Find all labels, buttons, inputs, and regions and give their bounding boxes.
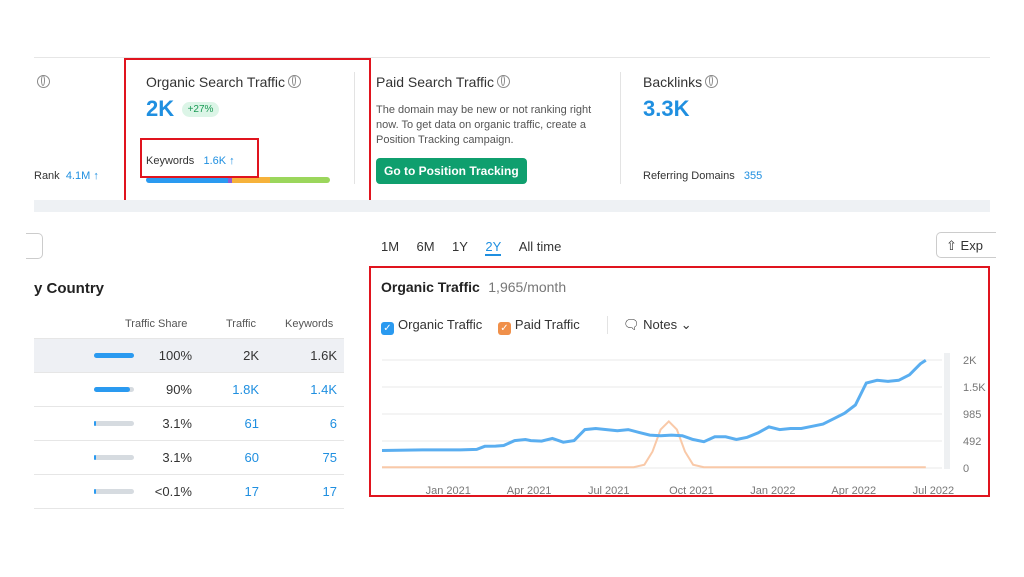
y-tick-label: 2K xyxy=(963,355,977,367)
organic-traffic-line xyxy=(381,359,927,452)
referring-domains-row: Referring Domains 355 xyxy=(643,170,762,182)
x-tick-label: Jan 2022 xyxy=(750,485,795,495)
paid-card-description: The domain may be new or not ranking rig… xyxy=(376,104,592,146)
traffic-value[interactable]: 2K xyxy=(243,348,259,363)
table-row[interactable]: 3.1% 60 75 xyxy=(34,441,344,475)
highlight-organic-card xyxy=(124,58,371,203)
range-all-time[interactable]: All time xyxy=(519,239,562,254)
keywords-value[interactable]: 17 xyxy=(323,484,337,499)
chart-subtitle: 1,965/month xyxy=(488,279,567,295)
rank-label: Rank xyxy=(34,170,60,182)
x-tick-label: Jan 2021 xyxy=(426,485,471,495)
traffic-share-value: 100% xyxy=(158,348,192,363)
chart-scrollbar[interactable] xyxy=(944,353,950,469)
range-1y[interactable]: 1Y xyxy=(452,239,468,254)
chart-header: Organic Traffic 1,965/month xyxy=(381,279,566,297)
chart-title: Organic Traffic xyxy=(381,279,480,295)
legend-paid[interactable]: ✓ Paid Traffic xyxy=(497,317,580,335)
referring-domains-value[interactable]: 355 xyxy=(744,170,762,182)
traffic-share-value: 3.1% xyxy=(162,416,192,431)
export-button[interactable]: ⇧ Exp xyxy=(936,232,996,258)
chart-legend: ✓ Organic Traffic ✓ Paid Traffic xyxy=(381,317,580,335)
go-to-position-tracking-button[interactable]: Go to Position Tracking xyxy=(376,158,527,184)
traffic-value[interactable]: 61 xyxy=(245,416,259,431)
rank-row: Rank 4.1M ↑ xyxy=(34,170,99,182)
range-2y[interactable]: 2Y xyxy=(485,239,502,256)
traffic-share-bar xyxy=(94,455,134,460)
time-range-selector: 1M 6M 1Y 2Y All time xyxy=(381,238,574,256)
col-header-traffic-share[interactable]: Traffic Share xyxy=(125,318,187,330)
backlinks-card-title: Backlinks xyxy=(643,74,719,90)
keywords-value[interactable]: 75 xyxy=(323,450,337,465)
country-table-title: y Country xyxy=(34,280,105,297)
traffic-share-bar xyxy=(94,421,134,426)
notes-icon: 🗨 xyxy=(623,317,640,332)
chevron-down-icon: ⌄ xyxy=(680,317,692,332)
x-tick-label: Oct 2021 xyxy=(669,485,714,495)
partial-control[interactable] xyxy=(26,233,43,259)
y-tick-label: 1.5K xyxy=(963,382,986,394)
col-header-keywords[interactable]: Keywords xyxy=(285,318,333,330)
traffic-value[interactable]: 17 xyxy=(245,484,259,499)
paid-card-title: Paid Search Traffic xyxy=(376,74,511,90)
keywords-value[interactable]: 1.6K xyxy=(310,348,337,363)
export-icon: ⇧ xyxy=(946,238,957,253)
traffic-value[interactable]: 60 xyxy=(245,450,259,465)
globe-icon xyxy=(705,75,719,88)
rank-value[interactable]: 4.1M ↑ xyxy=(66,170,99,182)
organic-traffic-chart: Jan 2021 Apr 2021 Jul 2021 Oct 2021 Jan 2022… xyxy=(381,353,986,495)
y-tick-label: 985 xyxy=(963,409,981,421)
globe-icon xyxy=(497,75,511,88)
keywords-value[interactable]: 1.4K xyxy=(310,382,337,397)
col-header-traffic[interactable]: Traffic xyxy=(226,318,256,330)
traffic-share-bar xyxy=(94,387,134,392)
traffic-value[interactable]: 1.8K xyxy=(232,382,259,397)
y-tick-label: 0 xyxy=(963,463,969,475)
traffic-share-bar xyxy=(94,489,134,494)
prev-card-globe-icon xyxy=(34,74,50,92)
range-6m[interactable]: 6M xyxy=(417,239,435,254)
x-tick-label: Apr 2022 xyxy=(831,485,876,495)
x-tick-label: Apr 2021 xyxy=(507,485,552,495)
traffic-share-bar xyxy=(94,353,134,358)
y-tick-label: 492 xyxy=(963,436,981,448)
traffic-share-value: 90% xyxy=(165,382,192,397)
paid-traffic-line xyxy=(382,419,926,469)
backlinks-value[interactable]: 3.3K xyxy=(643,96,689,122)
legend-organic[interactable]: ✓ Organic Traffic xyxy=(381,317,482,335)
table-row[interactable]: 3.1% 61 6 xyxy=(34,407,344,441)
keywords-value[interactable]: 6 xyxy=(330,416,337,431)
traffic-share-value: <0.1% xyxy=(154,484,192,499)
traffic-share-value: 3.1% xyxy=(162,450,192,465)
checkbox-icon: ✓ xyxy=(497,322,511,335)
x-tick-label: Jul 2021 xyxy=(588,485,630,495)
range-1m[interactable]: 1M xyxy=(381,239,399,254)
section-divider xyxy=(34,200,990,212)
notes-dropdown[interactable]: 🗨 Notes ⌄ xyxy=(623,317,692,333)
highlight-keywords xyxy=(140,138,259,178)
table-row[interactable]: 100% 2K 1.6K xyxy=(34,339,344,373)
table-row[interactable]: 90% 1.8K 1.4K xyxy=(34,373,344,407)
table-row[interactable]: <0.1% 17 17 xyxy=(34,475,344,509)
x-tick-label: Jul 2022 xyxy=(913,485,955,495)
referring-domains-label: Referring Domains xyxy=(643,170,735,182)
checkbox-icon: ✓ xyxy=(381,322,394,335)
